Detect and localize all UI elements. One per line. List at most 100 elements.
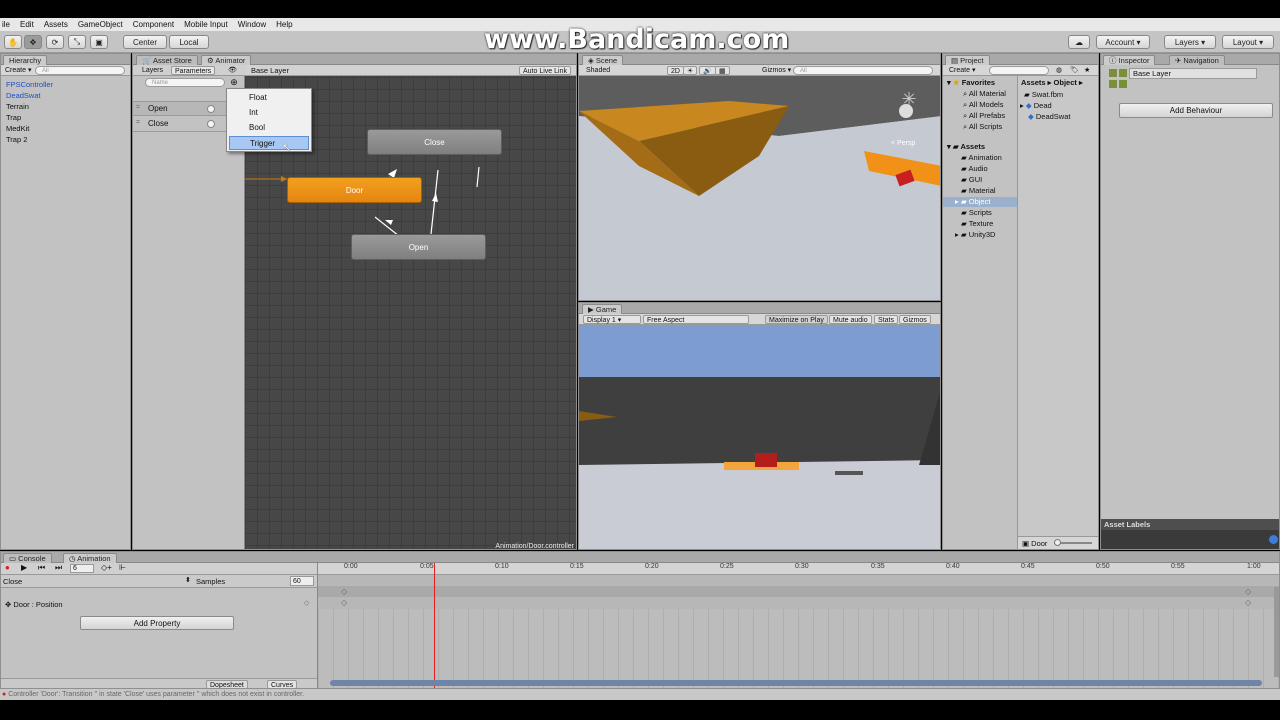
menu-edit[interactable]: Edit — [20, 20, 34, 29]
next-key-icon[interactable]: ⏭ — [55, 563, 62, 573]
summary-key-row[interactable] — [318, 586, 1279, 597]
folder-item[interactable]: ▰ Material — [961, 186, 996, 196]
scene-search-input[interactable]: All — [793, 66, 933, 75]
mute-audio-toggle[interactable]: Mute audio — [829, 315, 872, 324]
add-event-icon[interactable]: ⊩ — [119, 563, 126, 572]
hierarchy-item[interactable]: Trap — [6, 113, 21, 123]
asset-item[interactable]: ▸ ◆ Dead — [1020, 101, 1052, 111]
tab-animation[interactable]: ◷ Animation — [63, 553, 117, 563]
add-keyframe-icon[interactable]: ◇+ — [101, 563, 112, 572]
dopesheet-tab[interactable]: Dopesheet — [206, 680, 248, 688]
hand-tool-icon[interactable]: ✋ — [4, 35, 22, 49]
property-row[interactable]: ✥ Door : Position ◇ — [1, 598, 317, 611]
folder-item[interactable]: ▰ Scripts — [961, 208, 992, 218]
favorite-item[interactable]: ⌕ All Prefabs — [963, 111, 1005, 121]
tab-navigation[interactable]: ✈ Navigation — [1169, 55, 1225, 65]
hierarchy-item[interactable]: FPSController — [6, 80, 53, 90]
horizontal-scrollbar[interactable] — [330, 680, 1262, 686]
state-door[interactable]: Door — [287, 177, 422, 203]
keyframe-marker[interactable]: ◇ — [341, 598, 347, 607]
tab-hierarchy[interactable]: Hierarchy — [3, 55, 48, 65]
menu-gameobject[interactable]: GameObject — [78, 20, 123, 29]
folder-item[interactable]: ▰ Animation — [961, 153, 1002, 163]
play-icon[interactable]: ▶ — [21, 563, 27, 572]
display-dropdown[interactable]: Display 1 ▾ — [583, 315, 641, 324]
project-breadcrumb[interactable]: Assets ▸ Object ▸ — [1021, 78, 1083, 88]
prev-key-icon[interactable]: ⏮ — [38, 563, 45, 573]
scene-gizmo-icon[interactable]: ✳ — [887, 77, 931, 121]
keyframe-marker[interactable]: ◇ — [341, 587, 347, 596]
layers-tab[interactable]: Layers — [139, 66, 166, 75]
stats-toggle[interactable]: Stats — [874, 315, 898, 324]
hierarchy-item[interactable]: Trap 2 — [6, 135, 27, 145]
tab-project[interactable]: ▤ Project — [945, 55, 990, 65]
add-parameter-button[interactable]: ⊕ — [228, 78, 240, 87]
layout-dropdown[interactable]: Layout ▾ — [1222, 35, 1274, 49]
folder-item-selected[interactable]: ▸ ▰ Object — [943, 197, 1017, 207]
tab-console[interactable]: ▭ Console — [3, 553, 52, 563]
scale-tool-icon[interactable]: ⤡ — [68, 35, 86, 49]
state-open[interactable]: Open — [351, 234, 486, 260]
favorite-item[interactable]: ⌕ All Scripts — [963, 122, 1002, 132]
folder-item[interactable]: ▰ Texture — [961, 219, 993, 229]
tab-inspector[interactable]: ⓘ Inspector — [1103, 55, 1156, 65]
maximize-on-play-toggle[interactable]: Maximize on Play — [765, 315, 828, 324]
folder-item[interactable]: ▰ Audio — [961, 164, 988, 174]
hierarchy-item[interactable]: MedKit — [6, 124, 29, 134]
playhead[interactable] — [434, 563, 435, 688]
clip-dropdown[interactable]: Close — [3, 577, 22, 586]
drag-handle-icon[interactable]: = — [136, 104, 140, 111]
label-icon[interactable] — [1269, 535, 1278, 544]
add-property-button[interactable]: Add Property — [80, 616, 234, 630]
timeline-area[interactable]: 0:00 0:05 0:10 0:15 0:20 0:25 0:30 0:35 … — [317, 563, 1279, 688]
icon-size-slider-handle[interactable] — [1054, 539, 1061, 546]
layers-dropdown[interactable]: Layers ▾ — [1164, 35, 1216, 49]
menu-help[interactable]: Help — [276, 20, 292, 29]
eye-icon[interactable]: 👁 — [225, 66, 240, 75]
menu-component[interactable]: Component — [133, 20, 174, 29]
keyframe-marker[interactable]: ◇ — [1245, 598, 1251, 607]
state-close[interactable]: Close — [367, 129, 502, 155]
lighting-icon[interactable]: ☀ — [683, 66, 698, 75]
move-tool-icon[interactable]: ✥ — [24, 35, 42, 49]
menu-item-float[interactable]: Float — [229, 91, 309, 105]
favorites-header[interactable]: ▾ ★ Favorites — [947, 78, 995, 88]
add-behaviour-button[interactable]: Add Behaviour — [1119, 103, 1273, 118]
favorite-item[interactable]: ⌕ All Models — [963, 100, 1003, 110]
tab-game[interactable]: ▶ Game — [582, 304, 623, 314]
menu-window[interactable]: Window — [238, 20, 266, 29]
status-bar[interactable]: ● Controller 'Door': Transition '' in st… — [0, 689, 1280, 700]
vertical-scrollbar[interactable] — [1274, 587, 1279, 677]
rect-tool-icon[interactable]: ▣ — [90, 35, 108, 49]
rotate-tool-icon[interactable]: ⟳ — [46, 35, 64, 49]
menu-item-trigger[interactable]: Trigger — [229, 136, 309, 150]
aspect-dropdown[interactable]: Free Aspect — [643, 315, 749, 324]
parameter-search-input[interactable]: Name — [145, 78, 225, 87]
menu-file[interactable]: ile — [2, 20, 10, 29]
effects-icon[interactable]: ▦ — [715, 66, 730, 75]
layer-name-field[interactable]: Base Layer — [1129, 68, 1257, 79]
space-local-button[interactable]: Local — [169, 35, 209, 49]
persp-label[interactable]: < Persp — [891, 140, 915, 147]
asset-item[interactable]: ▰ Swat.fbm — [1024, 90, 1063, 100]
gizmos-toggle[interactable]: Gizmos — [899, 315, 931, 324]
favorite-item[interactable]: ⌕ All Material — [963, 89, 1006, 99]
gizmos-dropdown[interactable]: Gizmos ▾ — [759, 66, 794, 75]
trigger-toggle[interactable] — [207, 105, 215, 113]
timeline-ruler[interactable]: 0:00 0:05 0:10 0:15 0:20 0:25 0:30 0:35 … — [318, 563, 1279, 575]
hierarchy-item[interactable]: DeadSwat — [6, 91, 41, 101]
project-search-input[interactable] — [989, 66, 1049, 75]
asset-item[interactable]: ◆ DeadSwat — [1028, 112, 1070, 122]
record-icon[interactable]: ● — [5, 563, 10, 572]
parameters-tab[interactable]: Parameters — [171, 66, 216, 75]
folder-item[interactable]: ▰ GUI — [961, 175, 982, 185]
frame-field[interactable]: 6 — [70, 564, 94, 573]
menu-item-bool[interactable]: Bool — [229, 121, 309, 135]
folder-item[interactable]: ▸ ▰ Unity3D — [955, 230, 995, 240]
favorite-star-icon[interactable]: ★ — [1081, 66, 1093, 75]
samples-field[interactable]: 60 — [290, 576, 314, 586]
2d-toggle[interactable]: 2D — [667, 66, 684, 75]
audio-icon[interactable]: 🔊 — [699, 66, 716, 75]
account-dropdown[interactable]: Account ▾ — [1096, 35, 1150, 49]
tab-scene[interactable]: ◈ Scene — [582, 55, 624, 65]
